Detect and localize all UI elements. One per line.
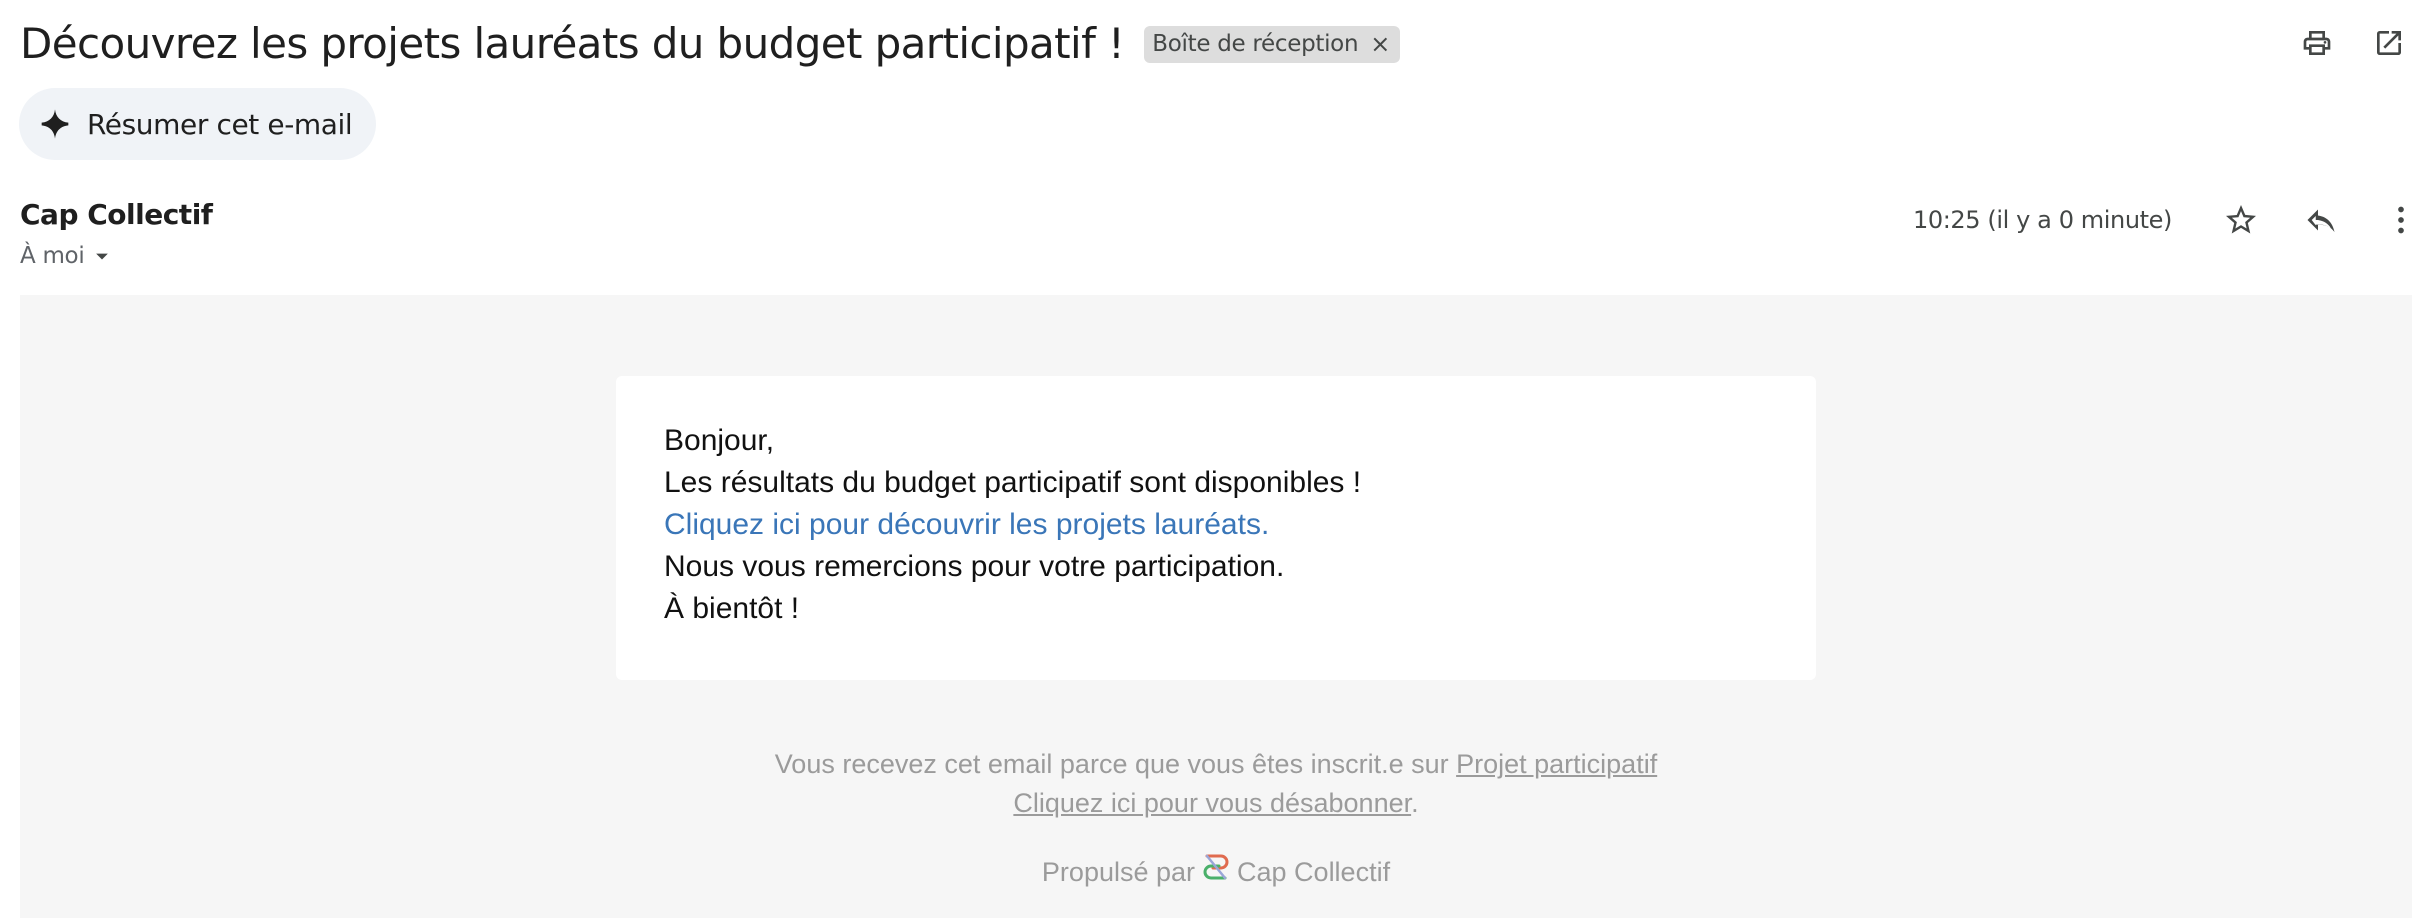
sparkle-icon (41, 109, 69, 139)
open-new-window-button[interactable] (2364, 18, 2414, 68)
more-vert-icon (2398, 206, 2404, 234)
more-options-button[interactable] (2376, 195, 2426, 245)
footer-unsubscribe-line: Cliquez ici pour vous désabonner. (20, 784, 2412, 823)
unsubscribe-link[interactable]: Cliquez ici pour vous désabonner (1013, 788, 1411, 818)
email-footer: Vous recevez cet email parce que vous êt… (20, 745, 2412, 823)
reply-icon (2307, 209, 2335, 232)
powered-by-text: Propulsé par (1041, 857, 1196, 887)
sender-name[interactable]: Cap Collectif (20, 198, 213, 231)
message-actions: 10:25 (il y a 0 minute) (1912, 192, 2432, 248)
signoff-text: À bientôt ! (664, 592, 800, 625)
results-text: Les résultats du budget participatif son… (664, 466, 1362, 499)
subject-row: Découvrez les projets lauréats du budget… (20, 14, 1401, 74)
email-subject: Découvrez les projets lauréats du budget… (20, 19, 1125, 68)
thread-actions (2282, 18, 2432, 68)
powered-by-brand: Cap Collectif (1237, 857, 1391, 887)
recipient-details-toggle[interactable]: À moi (20, 242, 116, 270)
print-button[interactable] (2292, 18, 2342, 68)
reply-button[interactable] (2296, 195, 2346, 245)
cap-collectif-logo-icon (1203, 854, 1229, 879)
chevron-down-icon (96, 253, 109, 260)
label-chip-text: Boîte de réception (1152, 31, 1359, 57)
label-chip-inbox[interactable]: Boîte de réception × (1144, 25, 1401, 63)
summarize-email-button[interactable]: Résumer cet e-mail (19, 88, 376, 160)
open-in-new-window-icon (2377, 31, 2401, 55)
site-link[interactable]: Projet participatif (1456, 749, 1657, 779)
print-icon (2303, 31, 2331, 55)
message-timestamp: 10:25 (il y a 0 minute) (1913, 206, 2172, 234)
email-body: Bonjour, Les résultats du budget partici… (20, 295, 2412, 918)
unsubscribe-suffix: . (1411, 788, 1419, 818)
footer-reason-line: Vous recevez cet email parce que vous êt… (20, 745, 2412, 784)
summarize-label: Résumer cet e-mail (87, 107, 353, 141)
recipient-label: À moi (20, 243, 85, 269)
star-button[interactable] (2216, 195, 2266, 245)
powered-by: Propulsé par Cap Collectif (20, 854, 2412, 888)
footer-reason-text: Vous recevez cet email parce que vous êt… (774, 749, 1457, 779)
greeting-text: Bonjour, (664, 424, 775, 457)
remove-label-button[interactable]: × (1370, 32, 1390, 56)
thanks-text: Nous vous remercions pour votre particip… (664, 550, 1285, 583)
star-icon (2226, 205, 2256, 234)
winning-projects-link[interactable]: Cliquez ici pour découvrir les projets l… (664, 504, 1768, 546)
message-card: Bonjour, Les résultats du budget partici… (616, 376, 1816, 680)
